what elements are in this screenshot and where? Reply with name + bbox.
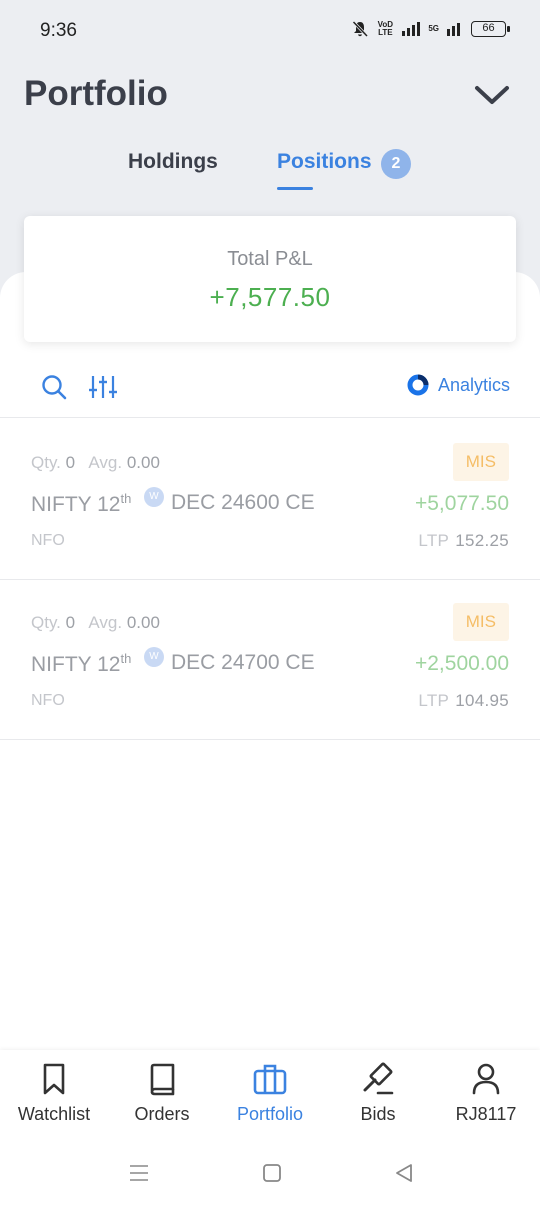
total-pnl-value: +7,577.50 — [209, 282, 331, 312]
positions-count-badge: 2 — [381, 149, 411, 179]
symbol-prefix: NIFTY 12th — [31, 491, 132, 516]
search-icon — [42, 375, 67, 400]
ltp-value: 152.25 — [455, 531, 509, 550]
product-type-badge: MIS — [452, 603, 509, 641]
nav-bids[interactable]: Bids — [324, 1062, 432, 1138]
qty-avg-line: Qty. 0 Avg. 0.00 — [31, 453, 160, 473]
gavel-icon — [363, 1062, 394, 1095]
ltp-label: LTP — [418, 531, 450, 550]
bottom-nav: Watchlist Orders Portfolio Bids RJ8117 — [0, 1050, 540, 1142]
symbol-suffix: DEC 24600 CE — [171, 491, 315, 514]
exchange-label: NFO — [31, 692, 65, 709]
analytics-button[interactable]: Analytics — [407, 374, 510, 396]
nav-label: RJ8117 — [455, 1104, 517, 1124]
filter-sliders-icon — [89, 376, 117, 398]
nav-label: Bids — [360, 1104, 396, 1124]
tab-positions[interactable]: Positions — [277, 150, 372, 174]
recent-apps-icon[interactable] — [128, 1162, 150, 1184]
position-row[interactable]: Qty. 0 Avg. 0.00 MIS NIFTY 12th W DEC 24… — [0, 579, 540, 740]
weekly-expiry-badge: W — [144, 487, 164, 507]
analytics-label: Analytics — [437, 374, 510, 395]
status-time: 9:36 — [40, 20, 77, 41]
analytics-ring-icon — [407, 374, 429, 396]
avg-value: 0.00 — [126, 613, 160, 632]
positions-toolbar: Analytics — [0, 358, 540, 418]
avg-label: Avg. — [88, 453, 123, 472]
exchange-label: NFO — [31, 532, 65, 549]
page-title: Portfolio — [24, 74, 168, 113]
avg-label: Avg. — [88, 613, 123, 632]
signal-5g-icon — [447, 23, 460, 36]
qty-value: 0 — [65, 453, 76, 472]
nav-portfolio[interactable]: Portfolio — [216, 1062, 324, 1138]
ltp-value: 104.95 — [455, 691, 509, 710]
book-icon — [150, 1063, 175, 1096]
avg-value: 0.00 — [126, 453, 160, 472]
position-pnl: +2,500.00 — [414, 652, 509, 675]
tab-holdings[interactable]: Holdings — [128, 150, 218, 174]
ltp-label: LTP — [418, 691, 450, 710]
system-nav-bar — [0, 1142, 540, 1206]
battery-icon: 66 — [471, 21, 510, 37]
qty-avg-line: Qty. 0 Avg. 0.00 — [31, 613, 160, 633]
product-type-badge: MIS — [452, 443, 509, 481]
weekly-expiry-badge: W — [144, 647, 164, 667]
nav-profile[interactable]: RJ8117 — [432, 1062, 540, 1138]
qty-label: Qty. — [31, 613, 61, 632]
briefcase-icon — [253, 1064, 287, 1095]
nav-orders[interactable]: Orders — [108, 1062, 216, 1138]
symbol-suffix: DEC 24700 CE — [171, 651, 315, 674]
bookmark-icon — [43, 1063, 65, 1095]
user-icon — [472, 1063, 500, 1095]
back-icon[interactable] — [393, 1162, 415, 1184]
network-label: VoD LTE — [377, 20, 394, 37]
qty-value: 0 — [65, 613, 76, 632]
signal-icon — [402, 22, 421, 36]
symbol-prefix: NIFTY 12th — [31, 651, 132, 676]
total-pnl-label: Total P&L — [227, 248, 313, 270]
total-pnl-card: Total P&L +7,577.50 — [24, 216, 516, 342]
position-pnl: +5,077.50 — [414, 492, 509, 515]
portfolio-dropdown-button[interactable] — [472, 80, 512, 110]
nav-label: Orders — [134, 1104, 190, 1124]
nav-label: Portfolio — [236, 1104, 304, 1124]
search-button[interactable] — [40, 373, 68, 401]
mute-icon — [352, 20, 369, 38]
nav-watchlist[interactable]: Watchlist — [0, 1062, 108, 1138]
nav-label: Watchlist — [17, 1104, 91, 1124]
position-row[interactable]: Qty. 0 Avg. 0.00 MIS NIFTY 12th W DEC 24… — [0, 419, 540, 580]
filter-button[interactable] — [88, 373, 118, 401]
home-icon[interactable] — [261, 1162, 283, 1184]
active-tab-indicator — [277, 187, 313, 190]
status-icons: VoD LTE 5G 66 — [351, 20, 510, 38]
ltp-line: LTP 104.95 — [418, 691, 509, 711]
qty-label: Qty. — [31, 453, 61, 472]
network-5g-label: 5G — [428, 24, 439, 33]
chevron-down-icon — [475, 86, 509, 104]
ltp-line: LTP 152.25 — [418, 531, 509, 551]
status-bar: 9:36 VoD LTE 5G 66 — [0, 0, 540, 62]
